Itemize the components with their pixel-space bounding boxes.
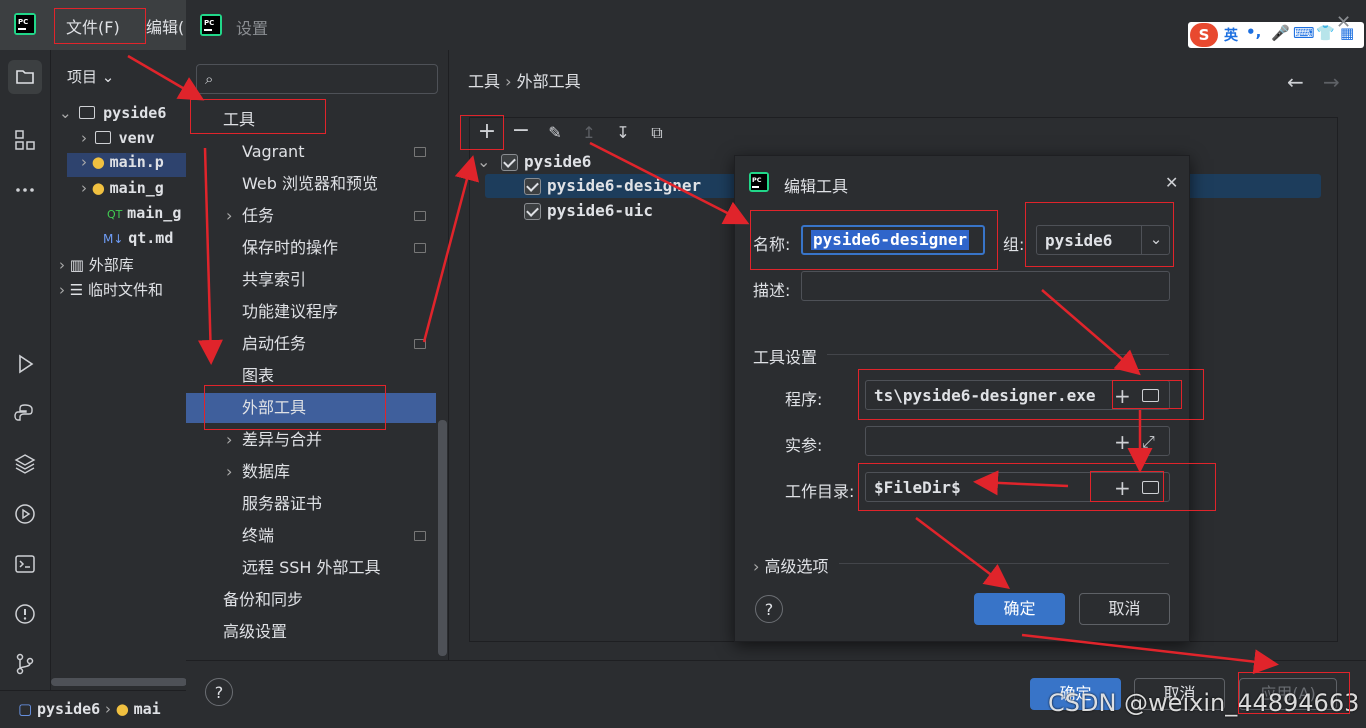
annotation-arrows <box>127 54 1279 675</box>
